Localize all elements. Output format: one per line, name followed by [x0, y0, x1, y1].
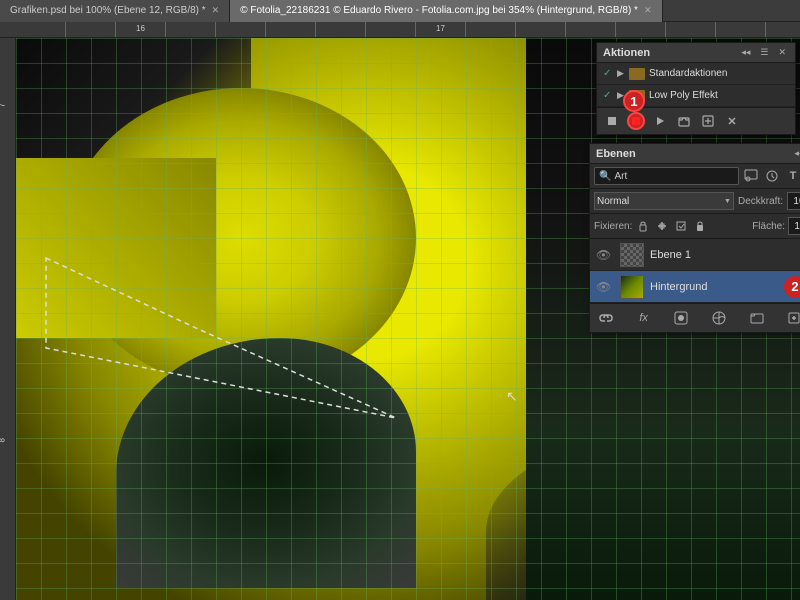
- lock-artboard-btn[interactable]: [673, 218, 689, 234]
- canvas-yellow-mid: [16, 158, 216, 338]
- opacity-wrapper: [787, 192, 800, 210]
- new-layer-btn[interactable]: [784, 308, 800, 328]
- tab-grafiken[interactable]: Grafiken.psd bei 100% (Ebene 12, RGB/8) …: [0, 0, 230, 22]
- check-lowpoly-icon: ✓: [603, 90, 617, 101]
- filter-adjust-btn[interactable]: [763, 167, 781, 185]
- layer-thumb-hintergrund: [620, 275, 644, 299]
- folder-standardaktionen-icon: [629, 68, 645, 80]
- aktionen-close-btn[interactable]: ✕: [775, 46, 789, 59]
- flache-input[interactable]: [788, 217, 800, 235]
- step1-badge: 1: [623, 90, 645, 112]
- lock-all-btn[interactable]: [692, 218, 708, 234]
- aktionen-panel-title: Aktionen: [603, 47, 650, 59]
- ebenen-panel: Ebenen ◂◂ ☰ ✕ 🔍: [589, 143, 800, 333]
- filter-text-btn[interactable]: T: [784, 167, 800, 185]
- new-folder-button[interactable]: [675, 112, 693, 130]
- eye-hintergrund-icon[interactable]: 👁: [596, 280, 614, 294]
- layer-thumb-ebene1: [620, 243, 644, 267]
- filter-image-btn[interactable]: [742, 167, 760, 185]
- canvas-area: ↖ Aktionen ◂◂ ☰ ✕ ✓ ▶: [16, 38, 800, 600]
- aktionen-collapse-btn[interactable]: ◂◂: [738, 46, 753, 59]
- play-button[interactable]: [651, 112, 669, 130]
- close-tab-2-icon[interactable]: ✕: [644, 5, 652, 16]
- layer-mode-select[interactable]: Normal Multiplizieren Abwedeln: [594, 192, 734, 210]
- step2-badge: 2: [784, 276, 800, 298]
- aktionen-menu-btn[interactable]: ☰: [757, 46, 771, 59]
- lock-move-btn[interactable]: [654, 218, 670, 234]
- expand-standardaktionen-icon[interactable]: ▶: [617, 68, 629, 79]
- lock-pixels-btn[interactable]: [635, 218, 651, 234]
- ebenen-panel-title: Ebenen: [596, 148, 636, 160]
- tab-fotolia[interactable]: © Fotolia_22186231 © Eduardo Rivero - Fo…: [230, 0, 662, 22]
- layer-name-ebene1: Ebene 1: [650, 249, 800, 261]
- aktionen-panel-controls: ◂◂ ☰ ✕: [738, 46, 789, 59]
- new-group-btn[interactable]: [747, 308, 767, 328]
- opacity-label: Deckkraft:: [738, 196, 783, 207]
- record-button[interactable]: [627, 112, 645, 130]
- opacity-input[interactable]: [787, 192, 800, 210]
- search-icon: 🔍: [599, 171, 611, 182]
- check-standardaktionen-icon: ✓: [603, 68, 617, 79]
- new-action-button[interactable]: [699, 112, 717, 130]
- panels-area: Aktionen ◂◂ ☰ ✕ ✓ ▶ Standardaktionen ✓: [585, 38, 800, 337]
- layer-search-box[interactable]: 🔍: [594, 167, 739, 185]
- ebenen-collapse-btn[interactable]: ◂◂: [791, 147, 800, 160]
- fixieren-label: Fixieren:: [594, 221, 632, 232]
- layer-name-hintergrund: Hintergrund: [650, 281, 784, 293]
- aktionen-toolbar: 1: [597, 107, 795, 134]
- action-row-standardaktionen[interactable]: ✓ ▶ Standardaktionen: [597, 63, 795, 85]
- close-tab-1-icon[interactable]: ✕: [212, 5, 220, 16]
- adjustment-btn[interactable]: [709, 308, 729, 328]
- ruler-mark-17: 17: [436, 24, 445, 33]
- layer-mode-wrapper: Normal Multiplizieren Abwedeln: [594, 192, 734, 210]
- add-mask-btn[interactable]: [671, 308, 691, 328]
- aktionen-panel-header: Aktionen ◂◂ ☰ ✕: [597, 43, 795, 63]
- ebenen-search-row: 🔍 T: [590, 164, 800, 189]
- layer-row-ebene1[interactable]: 👁 Ebene 1: [590, 239, 800, 271]
- ruler-vertical: 7 8: [0, 38, 16, 600]
- eye-ebene1-icon[interactable]: 👁: [596, 248, 614, 262]
- ebenen-panel-header: Ebenen ◂◂ ☰ ✕: [590, 144, 800, 164]
- fx-btn[interactable]: fx: [634, 308, 654, 328]
- ebenen-panel-controls: ◂◂ ☰ ✕: [791, 147, 800, 160]
- layer-row-hintergrund[interactable]: 👁 Hintergrund 2 ↖ 🔒: [590, 271, 800, 303]
- aktionen-panel: Aktionen ◂◂ ☰ ✕ ✓ ▶ Standardaktionen ✓: [596, 42, 796, 135]
- ruler-v-mark-8: 8: [0, 438, 7, 442]
- flache-label: Fläche:: [752, 221, 785, 232]
- lowpoly-label: Low Poly Effekt: [649, 90, 718, 101]
- delete-action-button[interactable]: [723, 112, 741, 130]
- ebenen-fixieren-row: Fixieren: Fläche:: [590, 214, 800, 239]
- ruler-v-mark-7: 7: [0, 103, 7, 107]
- record-button-wrapper: 1: [627, 112, 645, 130]
- tab-bar: Grafiken.psd bei 100% (Ebene 12, RGB/8) …: [0, 0, 800, 22]
- standardaktionen-label: Standardaktionen: [649, 68, 727, 79]
- flache-wrapper: [788, 217, 800, 235]
- ebenen-bottom-toolbar: fx: [590, 303, 800, 332]
- ruler-mark-16: 16: [136, 24, 145, 33]
- ruler-horizontal: 16 17: [0, 22, 800, 38]
- layer-search-input[interactable]: [614, 171, 734, 182]
- stop-button[interactable]: [603, 112, 621, 130]
- link-layers-btn[interactable]: [596, 308, 616, 328]
- main-area: 7 8 ↖: [0, 38, 800, 600]
- ebenen-mode-row: Normal Multiplizieren Abwedeln Deckkraft…: [590, 189, 800, 214]
